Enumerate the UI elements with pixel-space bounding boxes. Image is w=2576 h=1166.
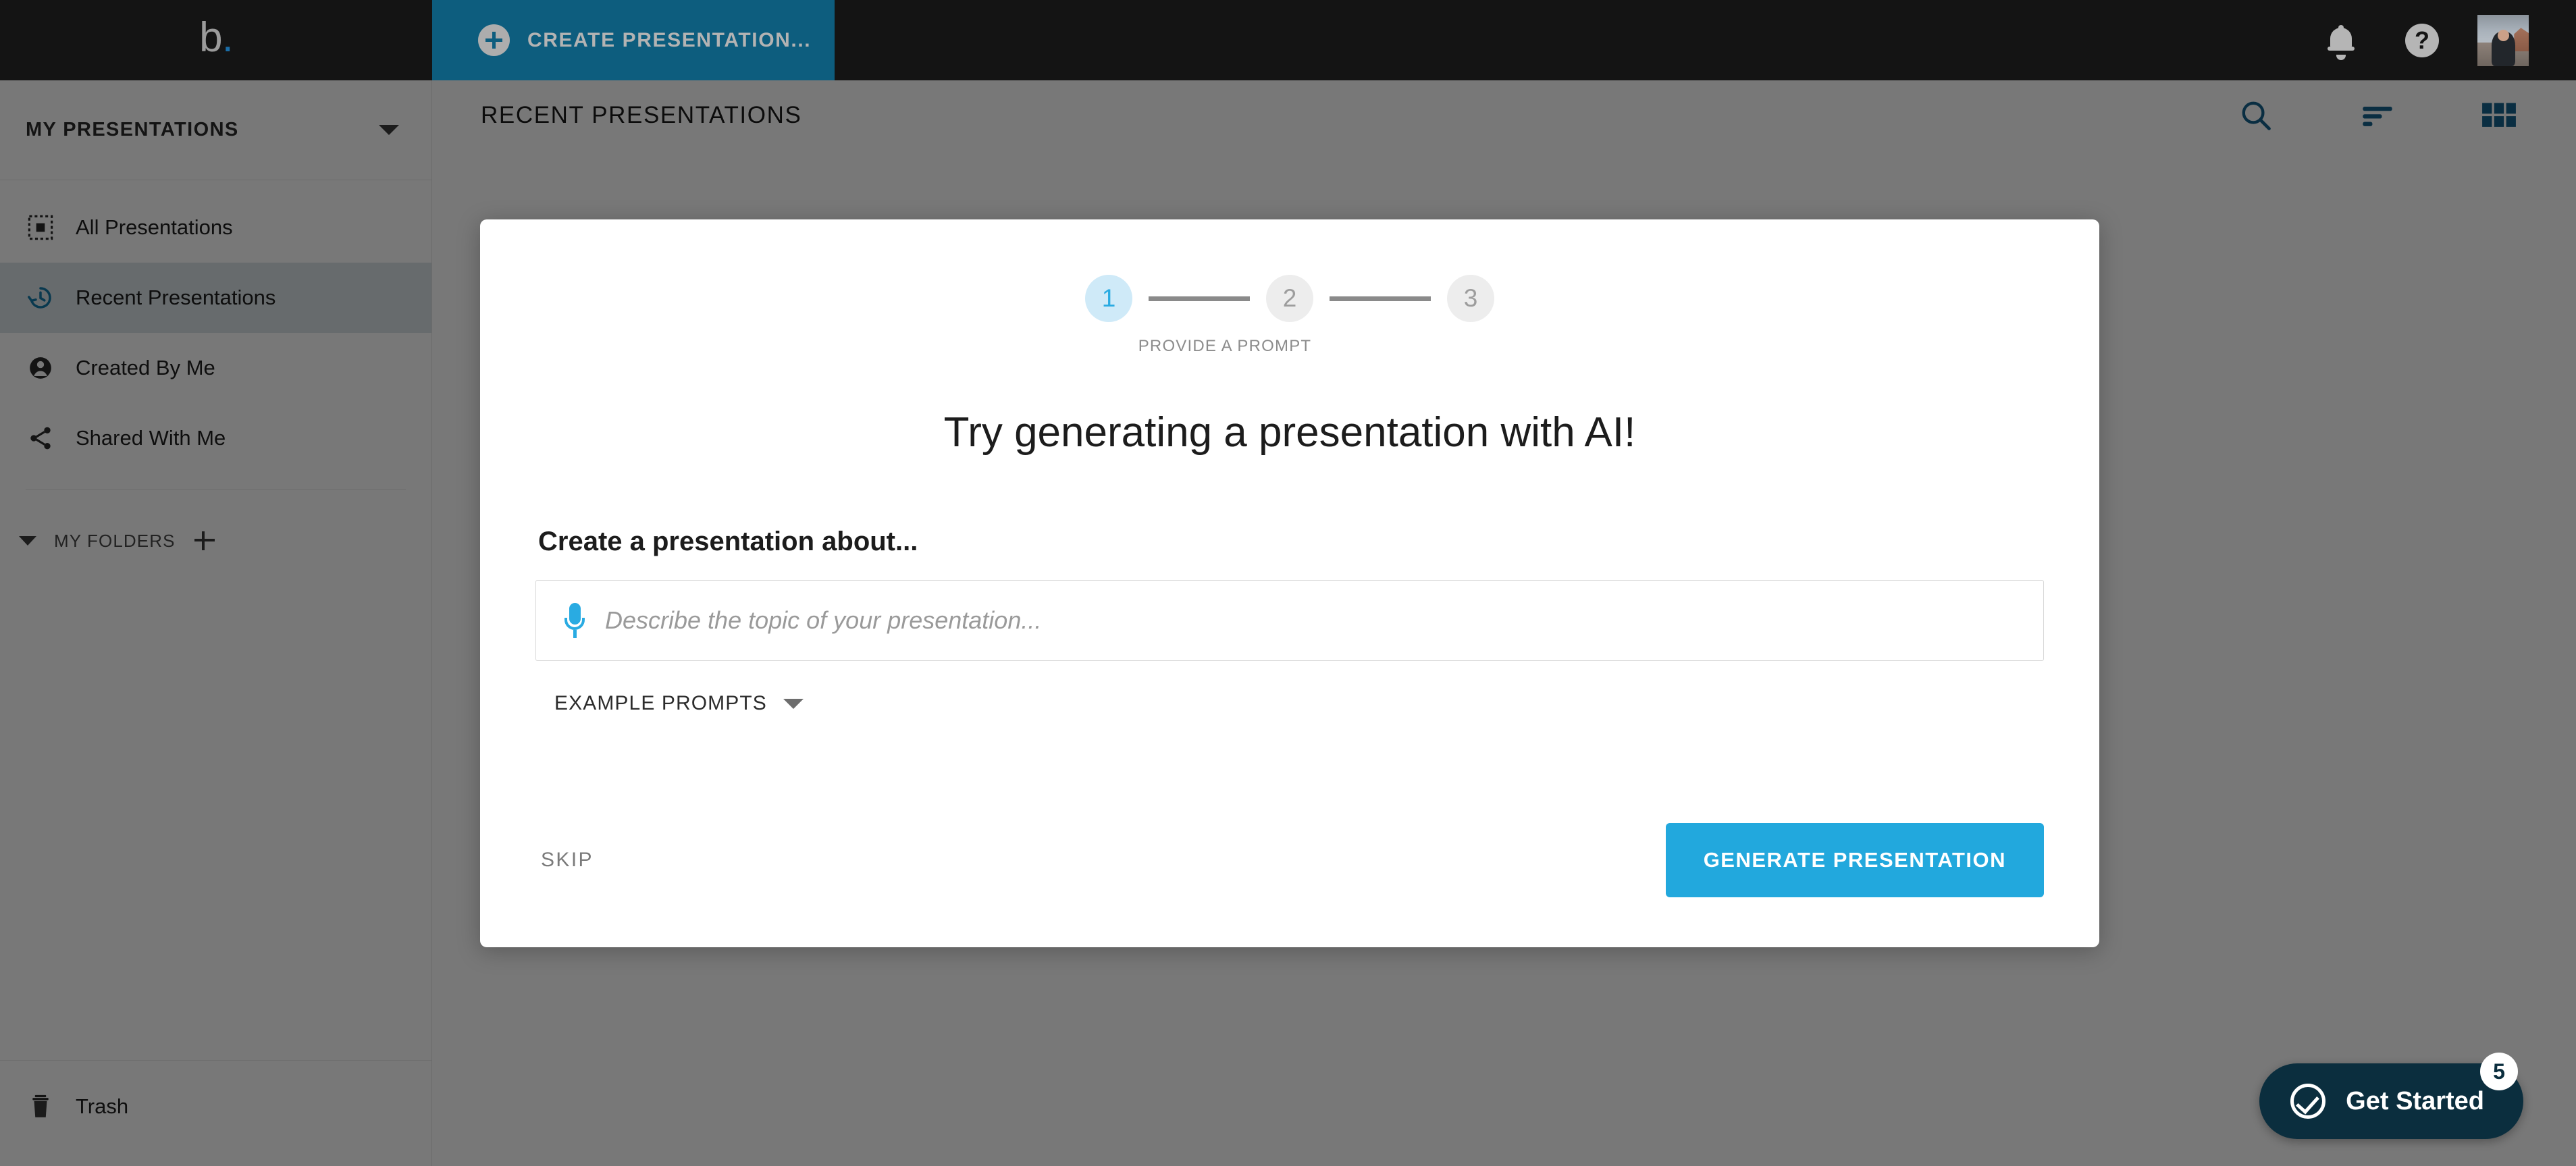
wizard-stepper: 1 2 3 PROVIDE A PROMPT <box>535 275 2044 356</box>
top-bar: b. CREATE PRESENTATION... ? <box>0 0 2576 80</box>
prompt-input-container[interactable]: Describe the topic of your presentation.… <box>535 580 2044 661</box>
top-bar-actions: ? <box>2301 0 2576 80</box>
create-presentation-button[interactable]: CREATE PRESENTATION... <box>432 0 835 80</box>
plus-circle-icon <box>478 24 510 56</box>
example-prompts-toggle[interactable]: EXAMPLE PROMPTS <box>535 692 804 715</box>
step-2[interactable]: 2 <box>1266 275 1313 322</box>
top-bar-spacer <box>835 0 2301 80</box>
step-connector-1 <box>1149 296 1250 301</box>
step-3[interactable]: 3 <box>1447 275 1494 322</box>
example-prompts-label: EXAMPLE PROMPTS <box>554 692 767 714</box>
get-started-badge: 5 <box>2480 1053 2518 1090</box>
chevron-down-icon <box>783 698 804 709</box>
avatar-button[interactable] <box>2463 0 2544 80</box>
help-circle-icon: ? <box>2405 23 2439 57</box>
stepper-row: 1 2 3 <box>1085 275 1494 322</box>
generate-presentation-button[interactable]: GENERATE PRESENTATION <box>1665 823 2044 897</box>
logo-letter: b <box>199 14 222 61</box>
get-started-widget[interactable]: Get Started 5 <box>2259 1053 2523 1139</box>
notifications-button[interactable] <box>2301 0 2382 80</box>
modal-spacer <box>535 715 2044 823</box>
bell-icon <box>2328 24 2355 60</box>
prompt-field-label: Create a presentation about... <box>538 527 918 556</box>
modal-actions: SKIP GENERATE PRESENTATION <box>535 823 2044 947</box>
step-1[interactable]: 1 <box>1085 275 1132 322</box>
create-presentation-label: CREATE PRESENTATION... <box>527 28 812 51</box>
get-started-label: Get Started <box>2346 1086 2484 1115</box>
prompt-input[interactable]: Describe the topic of your presentation.… <box>605 606 1041 635</box>
step-connector-2 <box>1330 296 1431 301</box>
microphone-icon[interactable] <box>564 603 585 638</box>
check-circle-icon <box>2290 1084 2326 1119</box>
ai-generation-modal: 1 2 3 PROVIDE A PROMPT Try generating a … <box>480 219 2099 947</box>
help-button[interactable]: ? <box>2382 0 2463 80</box>
app-root: b. CREATE PRESENTATION... ? 1 2 3 PROVID… <box>0 0 2576 1166</box>
avatar <box>2477 14 2529 66</box>
logo-dot: . <box>221 14 234 61</box>
step-caption: PROVIDE A PROMPT <box>1138 337 1312 355</box>
logo-text: b. <box>199 14 234 61</box>
app-logo[interactable]: b. <box>0 0 432 80</box>
modal-title: Try generating a presentation with AI! <box>943 409 1636 456</box>
skip-button[interactable]: SKIP <box>535 837 611 884</box>
